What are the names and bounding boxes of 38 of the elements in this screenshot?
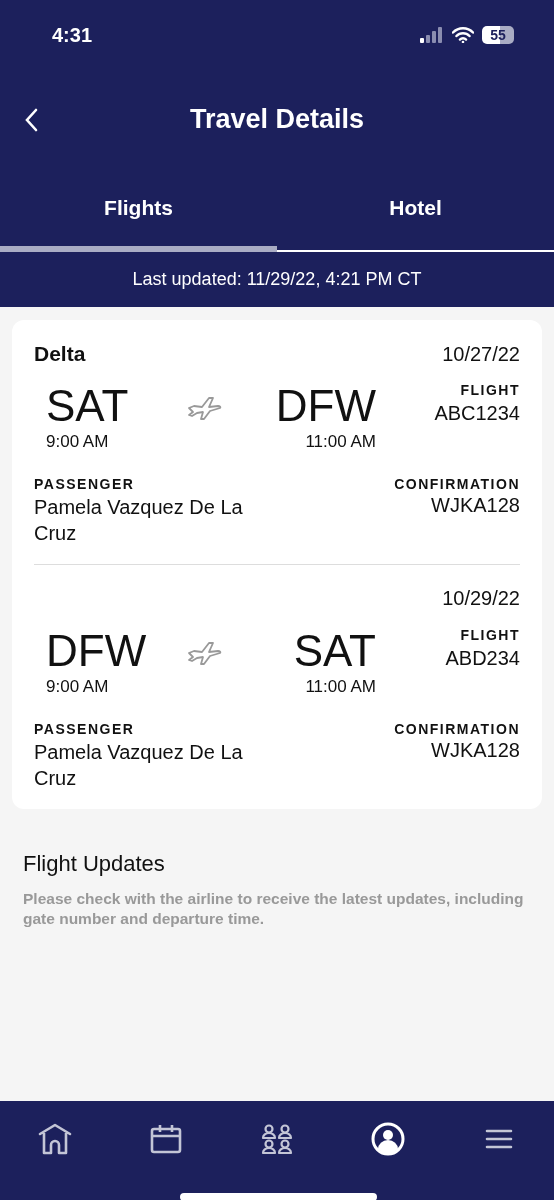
home-icon: [38, 1123, 73, 1155]
battery-icon: 55: [482, 26, 514, 44]
field-label: CONFIRMATION: [394, 476, 520, 492]
status-time: 4:31: [52, 23, 94, 47]
airport-code: SAT: [46, 382, 130, 430]
passenger-name: Pamela Vazquez De La Cruz: [34, 740, 244, 791]
departure-time: 9:00 AM: [46, 677, 110, 697]
passenger-name: Pamela Vazquez De La Cruz: [34, 495, 244, 546]
airport-code: DFW: [275, 382, 376, 430]
confirmation-code: WJKA128: [431, 739, 520, 762]
airport-code: SAT: [293, 627, 376, 675]
tab[interactable]: Flights: [0, 170, 277, 252]
field-label: CONFIRMATION: [394, 721, 520, 737]
flight-number: ABD234: [445, 647, 520, 670]
field-label: FLIGHT: [460, 382, 520, 398]
screen-title: Travel Details: [189, 103, 365, 135]
last-updated-text: Last updated: 11/29/22, 4:21 PM CT: [132, 269, 422, 290]
wifi-icon: [452, 27, 474, 43]
menu-icon: [484, 1128, 513, 1150]
field-label: PASSENGER: [34, 476, 136, 492]
airport-code: DFW: [46, 627, 148, 675]
tab[interactable]: Hotel: [277, 170, 554, 252]
departure-time: 9:00 AM: [46, 432, 110, 452]
flight-number: ABC1234: [434, 402, 520, 425]
info-text: Please check with the airline to receive the latest updates, including gate number and departure time.: [23, 889, 525, 929]
section-title: Flight Updates: [23, 851, 166, 877]
field-label: FLIGHT: [460, 627, 520, 643]
confirmation-code: WJKA128: [431, 494, 520, 517]
flight-date: 10/29/22: [442, 587, 520, 610]
airline-name: Delta: [34, 342, 86, 366]
arrival-time: 11:00 AM: [305, 432, 376, 452]
signal-icon: [420, 27, 444, 43]
flight-date: 10/27/22: [442, 343, 520, 366]
profile-icon: [370, 1122, 405, 1156]
arrival-time: 11:00 AM: [305, 677, 376, 697]
calendar-icon: [150, 1124, 183, 1154]
field-label: PASSENGER: [34, 721, 136, 737]
group-icon: [261, 1123, 293, 1155]
